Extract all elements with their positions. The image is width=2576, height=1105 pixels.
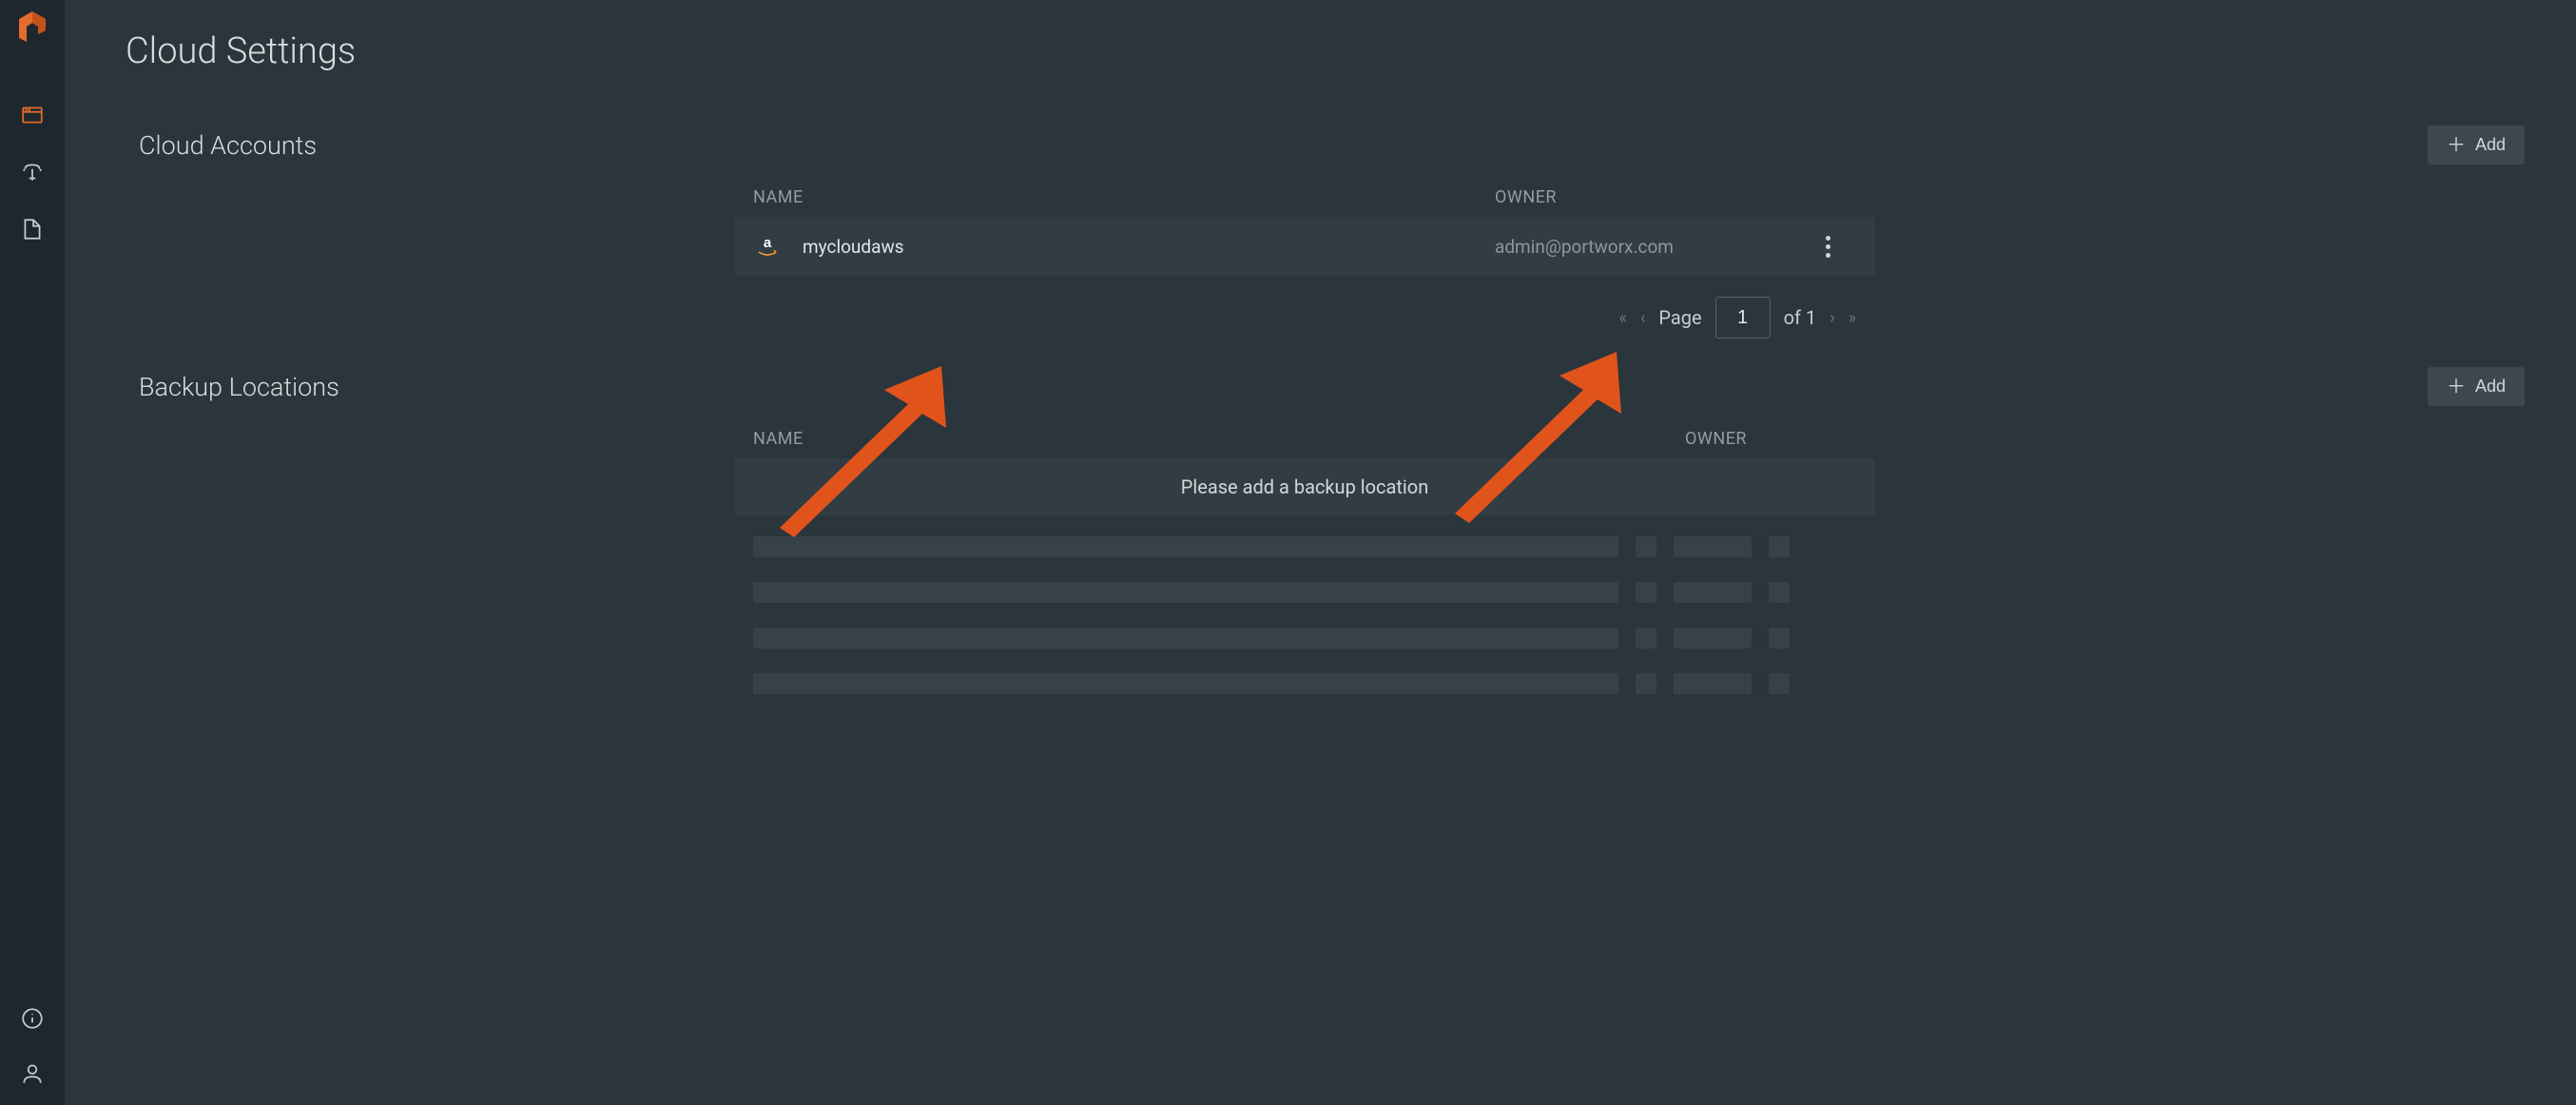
nav-info-icon[interactable] xyxy=(20,1006,45,1031)
account-owner: admin@portworx.com xyxy=(1495,236,1799,258)
pager-first-icon[interactable]: « xyxy=(1619,308,1627,328)
backup-locations-table: NAME OWNER Please add a backup location xyxy=(734,419,1875,694)
backup-locations-section: Backup Locations ＋ Add NAME OWNER Please… xyxy=(126,367,2525,694)
empty-state-message: Please add a backup location xyxy=(734,458,1875,515)
add-backup-location-button[interactable]: ＋ Add xyxy=(2428,367,2525,406)
plus-icon: ＋ xyxy=(2447,378,2466,397)
svg-text:a: a xyxy=(764,235,772,251)
nav-dashboard-icon[interactable] xyxy=(20,103,45,127)
table-row[interactable]: a mycloudaws admin@portworx.com xyxy=(734,217,1875,276)
nav-backup-icon[interactable] xyxy=(20,217,45,242)
backup-locations-title: Backup Locations xyxy=(139,372,339,402)
column-name: NAME xyxy=(753,187,1495,207)
pagination: « ‹ Page of 1 › » xyxy=(734,276,1875,339)
column-owner: OWNER xyxy=(1495,187,1799,207)
main-content: Cloud Settings Cloud Accounts ＋ Add NAME… xyxy=(65,0,2576,694)
pager-next-icon[interactable]: › xyxy=(1830,308,1834,328)
add-label: Add xyxy=(2475,135,2506,155)
column-name: NAME xyxy=(753,429,1685,449)
column-owner: OWNER xyxy=(1685,429,1856,449)
add-label: Add xyxy=(2475,377,2506,397)
cloud-accounts-section: Cloud Accounts ＋ Add NAME OWNER a xyxy=(126,126,2525,339)
row-actions-button[interactable] xyxy=(1799,236,1856,258)
page-title: Cloud Settings xyxy=(126,30,2525,72)
page-of-label: of 1 xyxy=(1784,306,1817,329)
account-name: mycloudaws xyxy=(803,236,904,258)
nav-cluster-icon[interactable] xyxy=(20,160,45,184)
pager-last-icon[interactable]: » xyxy=(1849,308,1856,328)
portworx-logo xyxy=(15,8,49,55)
cloud-accounts-table: NAME OWNER a mycloudaws admin@portworx.c… xyxy=(734,178,1875,339)
page-input[interactable] xyxy=(1715,297,1771,339)
aws-icon: a xyxy=(753,232,782,261)
nav-user-icon[interactable] xyxy=(20,1061,45,1086)
page-label: Page xyxy=(1658,306,1701,329)
add-cloud-account-button[interactable]: ＋ Add xyxy=(2428,126,2525,165)
sidebar xyxy=(0,0,65,1105)
pager-prev-icon[interactable]: ‹ xyxy=(1640,308,1645,328)
cloud-accounts-title: Cloud Accounts xyxy=(139,130,317,161)
kebab-icon xyxy=(1826,236,1830,258)
placeholder-skeleton xyxy=(734,536,1875,694)
plus-icon: ＋ xyxy=(2447,136,2466,155)
